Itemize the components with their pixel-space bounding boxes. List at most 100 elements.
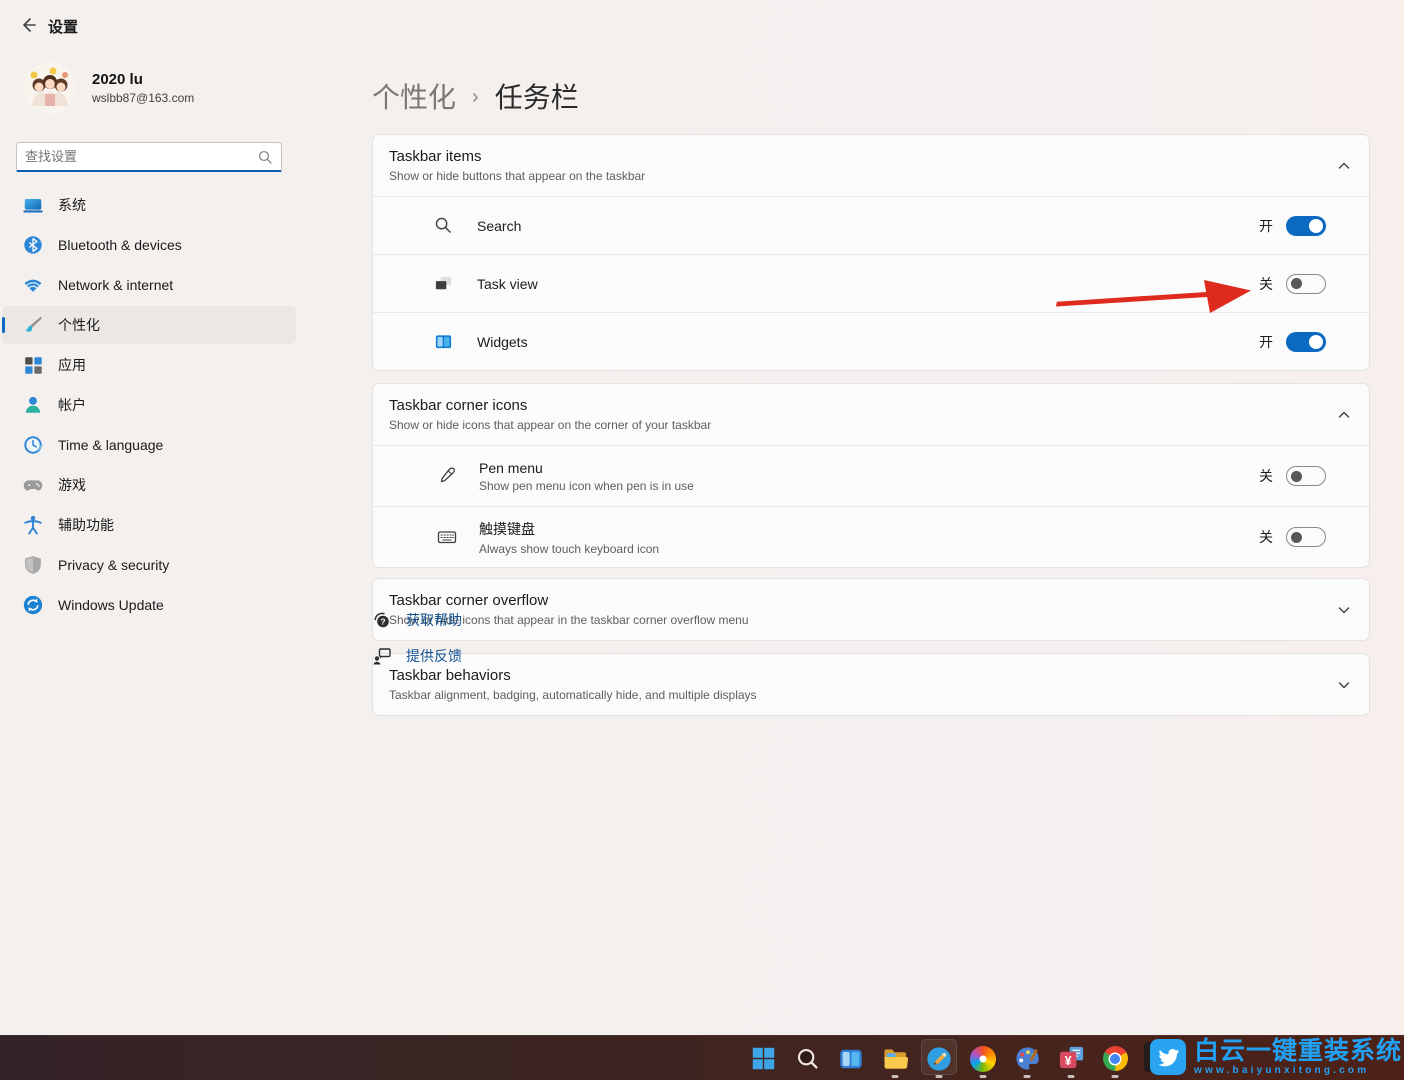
help-links: ? 获取帮助 提供反馈 xyxy=(372,610,462,682)
settings-search[interactable] xyxy=(16,142,282,172)
get-help-link[interactable]: ? 获取帮助 xyxy=(372,610,462,630)
task-view-icon xyxy=(433,274,453,293)
taskbar-yen-app-button[interactable]: ¥ xyxy=(1049,1036,1093,1080)
avatar xyxy=(24,62,76,114)
pencil-app-icon xyxy=(926,1045,953,1072)
bluetooth-icon xyxy=(22,234,44,256)
toggle-pen-menu[interactable] xyxy=(1286,466,1326,486)
back-button[interactable] xyxy=(16,13,40,37)
toggle-task-view[interactable] xyxy=(1286,274,1326,294)
page-title: 设置 xyxy=(48,16,78,37)
accounts-icon xyxy=(22,394,44,416)
section-corner-icons: Taskbar corner icons Show or hide icons … xyxy=(372,383,1370,568)
arrow-left-icon xyxy=(19,16,37,34)
sidebar-item-windows-update[interactable]: Windows Update xyxy=(2,586,296,624)
gaming-icon xyxy=(22,474,44,496)
breadcrumb: 个性化 › 任务栏 xyxy=(372,76,579,116)
profile-email: wslbb87@163.com xyxy=(92,91,194,105)
yen-app-icon: ¥ xyxy=(1058,1045,1085,1072)
sidebar-item-system[interactable]: 系统 xyxy=(2,186,296,224)
user-profile[interactable]: 2020 lu wslbb87@163.com xyxy=(24,62,194,114)
network-icon xyxy=(22,274,44,296)
taskbar-pinwheel-app-button[interactable] xyxy=(961,1036,1005,1080)
svg-text:¥: ¥ xyxy=(1064,1054,1071,1068)
running-indicator xyxy=(892,1075,899,1078)
sidebar-item-privacy[interactable]: Privacy & security xyxy=(2,546,296,584)
file-explorer-icon xyxy=(882,1045,909,1072)
privacy-icon xyxy=(22,554,44,576)
feedback-link[interactable]: 提供反馈 xyxy=(372,646,462,666)
taskbar-start-button[interactable] xyxy=(741,1036,785,1080)
accessibility-icon xyxy=(22,514,44,536)
chevron-up-icon[interactable] xyxy=(1337,408,1351,422)
paint-palette-icon xyxy=(1014,1045,1041,1072)
taskbar-search-button[interactable] xyxy=(785,1036,829,1080)
running-indicator xyxy=(980,1075,987,1078)
apps-icon xyxy=(22,354,44,376)
windows-start-icon xyxy=(750,1045,777,1072)
toggle-state-label: 开 xyxy=(1259,332,1273,352)
touch-keyboard-icon xyxy=(437,527,457,547)
profile-name: 2020 lu xyxy=(92,71,194,88)
chevron-up-icon[interactable] xyxy=(1337,159,1351,173)
sidebar-nav: 系统 Bluetooth & devices Network & interne… xyxy=(2,186,296,626)
chevron-down-icon[interactable] xyxy=(1337,603,1351,617)
row-touch-keyboard: 触摸键盘 Always show touch keyboard icon 关 xyxy=(373,506,1369,567)
toggle-state-label: 开 xyxy=(1259,216,1273,236)
row-widgets: Widgets 开 xyxy=(373,312,1369,370)
toggle-search[interactable] xyxy=(1286,216,1326,236)
taskbar-paint-app-button[interactable] xyxy=(1005,1036,1049,1080)
sidebar-item-network[interactable]: Network & internet xyxy=(2,266,296,304)
watermark-title: 白云一键重装系统 xyxy=(1194,1039,1402,1064)
running-indicator xyxy=(1024,1075,1031,1078)
watermark-url: www.baiyunxitong.com xyxy=(1194,1066,1402,1076)
taskbar-items-header[interactable]: Taskbar items Show or hide buttons that … xyxy=(373,135,1369,196)
taskbar-chrome-button[interactable] xyxy=(1093,1036,1137,1080)
breadcrumb-current: 任务栏 xyxy=(495,76,579,116)
toggle-touch-keyboard[interactable] xyxy=(1286,527,1326,547)
sidebar-item-accessibility[interactable]: 辅助功能 xyxy=(2,506,296,544)
titlebar: 设置 xyxy=(0,0,1404,48)
sidebar-item-time-language[interactable]: Time & language xyxy=(2,426,296,464)
selected-accent-bar xyxy=(2,317,5,333)
taskbar-search-icon xyxy=(794,1045,821,1072)
search-row-icon xyxy=(433,216,453,235)
search-icon xyxy=(258,150,272,164)
breadcrumb-parent[interactable]: 个性化 xyxy=(372,76,456,116)
pen-icon xyxy=(437,466,457,486)
widgets-icon xyxy=(433,332,453,351)
chevron-down-icon[interactable] xyxy=(1337,678,1351,692)
section-taskbar-items: Taskbar items Show or hide buttons that … xyxy=(372,134,1370,371)
system-icon xyxy=(22,194,44,216)
feedback-icon xyxy=(372,646,392,666)
chrome-icon xyxy=(1102,1045,1129,1072)
personalization-icon xyxy=(22,314,44,336)
sidebar-item-gaming[interactable]: 游戏 xyxy=(2,466,296,504)
running-indicator xyxy=(1112,1075,1119,1078)
taskbar-pencil-app-button[interactable] xyxy=(917,1036,961,1080)
sidebar-item-personalization[interactable]: 个性化 xyxy=(2,306,296,344)
bird-logo-icon xyxy=(1150,1039,1186,1075)
toggle-widgets[interactable] xyxy=(1286,332,1326,352)
get-help-icon: ? xyxy=(372,610,392,630)
sidebar-item-bluetooth[interactable]: Bluetooth & devices xyxy=(2,226,296,264)
corner-icons-header[interactable]: Taskbar corner icons Show or hide icons … xyxy=(373,384,1369,445)
running-indicator xyxy=(936,1075,943,1078)
windows-update-icon xyxy=(22,594,44,616)
breadcrumb-separator-icon: › xyxy=(472,83,479,109)
taskbar-file-explorer-button[interactable] xyxy=(873,1036,917,1080)
pinwheel-app-icon xyxy=(970,1045,997,1072)
row-task-view: Task view 关 xyxy=(373,254,1369,312)
taskbar-widgets-button[interactable] xyxy=(829,1036,873,1080)
toggle-state-label: 关 xyxy=(1259,527,1273,547)
sidebar-item-accounts[interactable]: 帐户 xyxy=(2,386,296,424)
section-corner-overflow[interactable]: Taskbar corner overflow Show or hide ico… xyxy=(372,578,1370,641)
row-search: Search 开 xyxy=(373,196,1369,254)
taskbar: ¥ 白云一键重装系统 www.baiyunxitong.com xyxy=(0,1035,1404,1080)
search-input[interactable] xyxy=(17,149,258,164)
section-behaviors[interactable]: Taskbar behaviors Taskbar alignment, bad… xyxy=(372,653,1370,716)
toggle-state-label: 关 xyxy=(1259,274,1273,294)
time-language-icon xyxy=(22,434,44,456)
sidebar-item-apps[interactable]: 应用 xyxy=(2,346,296,384)
toggle-state-label: 关 xyxy=(1259,466,1273,486)
